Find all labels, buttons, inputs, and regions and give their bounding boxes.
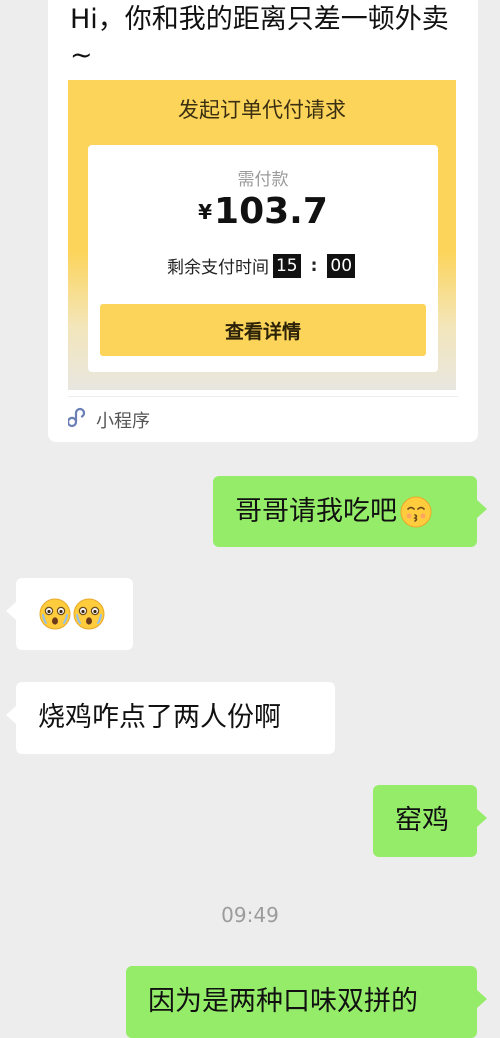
order-card-title: 发起订单代付请求 xyxy=(178,98,346,122)
chat-timestamp: 09:49 xyxy=(221,903,279,927)
outgoing-message-bubble[interactable]: 哥哥请我吃吧 xyxy=(213,476,487,547)
card-message-text: Hi，你和我的距离只差一顿外卖 ~ xyxy=(70,4,449,71)
mini-program-icon xyxy=(66,406,96,433)
fearful-face-emoji xyxy=(38,597,72,631)
order-payment-card[interactable]: Hi，你和我的距离只差一顿外卖 ~ 发起订单代付请求 需付款 ¥103.7 剩余… xyxy=(48,0,478,442)
message-text: 因为是两种口味双拼的 xyxy=(148,986,418,1017)
amount-number: 103.7 xyxy=(214,191,328,232)
outgoing-message-bubble[interactable]: 因为是两种口味双拼的 xyxy=(126,966,487,1038)
outgoing-message-bubble[interactable]: 窑鸡 xyxy=(373,785,487,857)
amount-label: 需付款 xyxy=(237,170,289,190)
incoming-message-bubble[interactable]: 烧鸡咋点了两人份啊 xyxy=(6,682,335,754)
payment-panel: 需付款 ¥103.7 剩余支付时间 15 : 00 查看详情 xyxy=(88,145,438,372)
message-text: 窑鸡 xyxy=(395,805,449,836)
payment-timer: 剩余支付时间 15 : 00 xyxy=(88,253,438,278)
mini-program-label: 小程序 xyxy=(96,410,150,432)
amount-value: ¥103.7 xyxy=(88,191,438,232)
timer-separator: : xyxy=(310,255,318,276)
order-card-banner: 发起订单代付请求 需付款 ¥103.7 剩余支付时间 15 : 00 查看详情 xyxy=(68,80,456,390)
message-text: 哥哥请我吃吧 xyxy=(235,495,397,527)
kissing-face-emoji xyxy=(399,495,433,529)
mini-program-footer[interactable]: 小程序 xyxy=(66,406,150,433)
timer-minutes: 15 xyxy=(272,253,301,278)
view-details-button[interactable]: 查看详情 xyxy=(100,304,426,356)
currency-symbol: ¥ xyxy=(198,200,213,224)
timer-seconds: 00 xyxy=(327,253,356,278)
card-divider xyxy=(68,396,458,397)
fearful-face-emoji xyxy=(72,597,106,631)
timer-label: 剩余支付时间 xyxy=(166,258,269,278)
incoming-message-bubble[interactable] xyxy=(6,578,133,650)
message-text: 烧鸡咋点了两人份啊 xyxy=(38,702,281,733)
